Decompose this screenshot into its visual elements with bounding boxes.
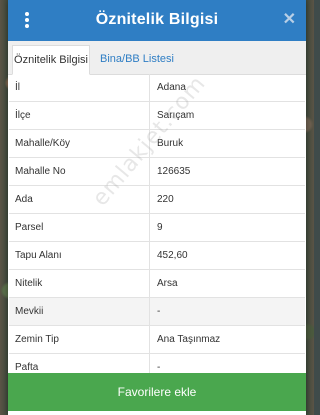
table-row: Parsel 9 <box>9 214 305 242</box>
attribute-key: Zemin Tip <box>9 326 150 353</box>
attribute-value: Arsa <box>157 278 178 289</box>
table-row: Zemin Tip Ana Taşınmaz <box>9 326 305 354</box>
attribute-value: 126635 <box>157 166 191 177</box>
table-row: Ada 220 <box>9 186 305 214</box>
tab-bar: Öznitelik Bilgisi Bina/BB Listesi <box>8 41 306 75</box>
attribute-value: 452,60 <box>157 250 188 261</box>
attribute-key: Ada <box>9 186 150 213</box>
attribute-value: 9 <box>157 222 163 233</box>
table-row: Mahalle No 126635 <box>9 158 305 186</box>
attribute-key: Parsel <box>9 214 150 241</box>
close-icon[interactable]: ✕ <box>283 10 296 30</box>
dialog-title: Öznitelik Bilgisi <box>95 11 219 28</box>
table-row: İl Adana <box>9 74 305 102</box>
attribute-key: Tapu Alanı <box>9 242 150 269</box>
attribute-value: Adana <box>157 82 186 93</box>
attribute-key: İl <box>9 74 150 101</box>
attribute-value: - <box>157 306 161 317</box>
dialog-header: Öznitelik Bilgisi ✕ <box>8 0 306 41</box>
table-row: Nitelik Arsa <box>9 270 305 298</box>
attribute-value: 220 <box>157 194 174 205</box>
attribute-value: Sarıçam <box>157 110 195 121</box>
tab-attribute-info[interactable]: Öznitelik Bilgisi <box>12 45 90 75</box>
table-row: Tapu Alanı 452,60 <box>9 242 305 270</box>
add-to-favorites-button[interactable]: Favorilere ekle <box>8 373 306 411</box>
attribute-value: Buruk <box>157 138 184 149</box>
attribute-table: İl Adana İlçe Sarıçam Mahalle/Köy Buruk … <box>9 74 305 382</box>
attribute-dialog: Öznitelik Bilgisi ✕ Öznitelik Bilgisi Bi… <box>8 0 306 415</box>
attribute-key: Mahalle No <box>9 158 150 185</box>
tab-building-list[interactable]: Bina/BB Listesi <box>92 45 182 74</box>
table-row: Mevkii - <box>9 298 305 326</box>
table-row: İlçe Sarıçam <box>9 102 305 130</box>
attribute-value: Ana Taşınmaz <box>157 334 221 345</box>
table-row: Mahalle/Köy Buruk <box>9 130 305 158</box>
attribute-key: Mevkii <box>9 298 150 325</box>
attribute-key: İlçe <box>9 102 150 129</box>
attribute-key: Mahalle/Köy <box>9 130 150 157</box>
attribute-key: Nitelik <box>9 270 150 297</box>
